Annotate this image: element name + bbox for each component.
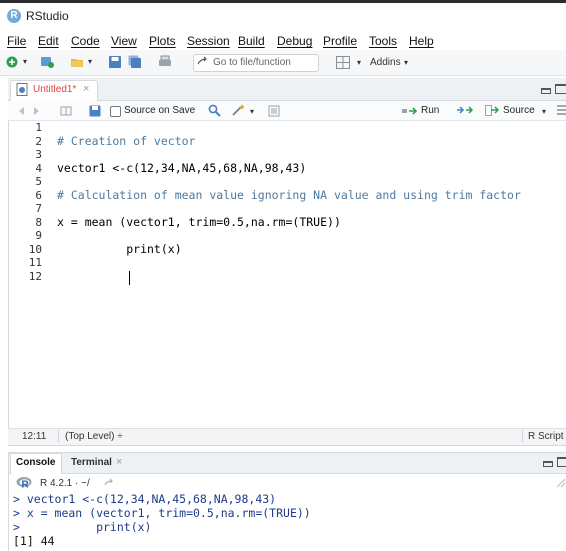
source-on-save-label: Source on Save (124, 105, 196, 116)
console-line: > print(x) (13, 520, 152, 534)
addins-button[interactable]: Addins (370, 57, 401, 68)
line-number-gutter: 1 2 3 4 5 6 7 8 9 10 11 12 (9, 121, 47, 425)
source-button[interactable]: Source (503, 105, 535, 116)
console-info-bar (8, 474, 566, 492)
tab-terminal[interactable]: Terminal (71, 457, 112, 468)
line-number: 7 (35, 202, 42, 215)
line-number: 3 (35, 148, 42, 161)
arrow-right-icon (197, 56, 207, 65)
maximize-pane-icon[interactable] (555, 84, 566, 94)
print-icon[interactable] (158, 55, 172, 69)
svg-text:R: R (22, 480, 30, 490)
document-outline-icon[interactable] (268, 105, 280, 117)
minimize-console-icon[interactable] (543, 461, 553, 467)
line-number: 9 (35, 229, 42, 242)
editor-options-icon[interactable] (556, 104, 566, 116)
status-divider (58, 430, 59, 442)
window-title: RStudio (26, 9, 69, 23)
line-number: 11 (28, 256, 42, 269)
code-line-vector-assignment: vector1 <-c(12,34,NA,45,68,NA,98,43) (57, 161, 307, 175)
r-logo-icon: R (16, 477, 32, 490)
source-on-save-checkbox[interactable] (110, 106, 121, 117)
run-arrow-icon[interactable] (402, 106, 418, 116)
run-button[interactable]: Run (421, 105, 439, 116)
show-in-window-icon[interactable] (60, 105, 72, 117)
source-arrow-icon[interactable] (485, 105, 500, 116)
menu-bar: File Edit Code View Plots Session Build … (0, 32, 566, 50)
line-number: 6 (35, 188, 42, 202)
menu-edit[interactable]: Edit (38, 34, 59, 48)
console-line: > vector1 <-c(12,34,NA,45,68,NA,98,43) (13, 492, 277, 506)
menu-view[interactable]: View (111, 34, 137, 48)
tab-label: Untitled1* (33, 84, 77, 95)
new-project-icon[interactable] (40, 55, 54, 69)
line-number: 1 (35, 121, 42, 134)
line-number: 4 (35, 161, 42, 175)
open-folder-icon[interactable] (70, 55, 84, 69)
code-line-print: print(x) (57, 242, 182, 256)
r-version-label: R 4.2.1 · ~/ (40, 478, 90, 489)
code-line-comment-creation: # Creation of vector (57, 134, 196, 148)
line-number: 5 (35, 175, 42, 188)
menu-plots[interactable]: Plots (149, 34, 176, 48)
save-all-icon[interactable] (128, 55, 142, 69)
menu-debug[interactable]: Debug (277, 34, 312, 48)
clear-console-icon[interactable] (556, 478, 566, 488)
console-line: > x = mean (vector1, trim=0.5,na.rm=(TRU… (13, 506, 311, 520)
go-to-directory-icon[interactable] (104, 478, 114, 487)
code-line-mean-call: x = mean (vector1, trim=0.5,na.rm=(TRUE)… (57, 215, 341, 229)
menu-profile[interactable]: Profile (323, 34, 357, 48)
open-dropdown-icon[interactable]: ▾ (88, 57, 92, 66)
line-number: 12 (28, 269, 42, 283)
minimize-pane-icon[interactable] (541, 88, 551, 94)
console-result-line: [1] 44 (13, 534, 55, 548)
layout-dropdown-icon[interactable]: ▾ (357, 58, 361, 67)
cursor-position: 12:11 (22, 431, 47, 442)
menu-build[interactable]: Build (238, 34, 265, 48)
new-file-dropdown-icon[interactable]: ▾ (23, 57, 27, 66)
menu-code[interactable]: Code (71, 34, 100, 48)
menu-file[interactable]: File (7, 34, 26, 48)
file-type-selector[interactable]: R Script (528, 431, 564, 442)
line-number: 2 (35, 134, 42, 148)
title-bar (0, 0, 566, 32)
pane-layout-grid-icon[interactable] (336, 56, 350, 69)
scope-selector[interactable]: (Top Level) ÷ (65, 431, 123, 442)
rerun-icon[interactable] (456, 105, 474, 116)
tab-console-label: Console (16, 457, 56, 468)
menu-session[interactable]: Session (187, 34, 230, 48)
go-to-file-placeholder: Go to file/function (213, 57, 291, 68)
line-number: 8 (35, 215, 42, 229)
line-number: 10 (28, 242, 42, 256)
text-cursor (129, 271, 130, 285)
addins-dropdown-icon[interactable]: ▾ (404, 58, 408, 67)
menu-help[interactable]: Help (409, 34, 434, 48)
search-icon[interactable] (208, 104, 221, 117)
status-divider (522, 430, 523, 442)
r-document-icon (16, 83, 28, 96)
code-line-comment-calculation: # Calculation of mean value ignoring NA … (57, 188, 521, 202)
tab-close-icon[interactable]: × (83, 83, 89, 95)
menu-tools[interactable]: Tools (369, 34, 397, 48)
source-dropdown-icon[interactable]: ▾ (542, 107, 546, 116)
save-icon[interactable] (108, 55, 122, 69)
save-document-icon[interactable] (89, 105, 101, 117)
rstudio-logo-icon: R (7, 9, 21, 23)
new-file-plus-icon[interactable] (5, 55, 19, 69)
maximize-console-icon[interactable] (557, 457, 566, 467)
back-forward-arrows-icon[interactable] (16, 105, 42, 117)
code-tools-dropdown-icon[interactable]: ▾ (250, 107, 254, 116)
code-tools-wand-icon[interactable] (231, 103, 246, 117)
terminal-close-icon[interactable]: × (116, 456, 122, 468)
